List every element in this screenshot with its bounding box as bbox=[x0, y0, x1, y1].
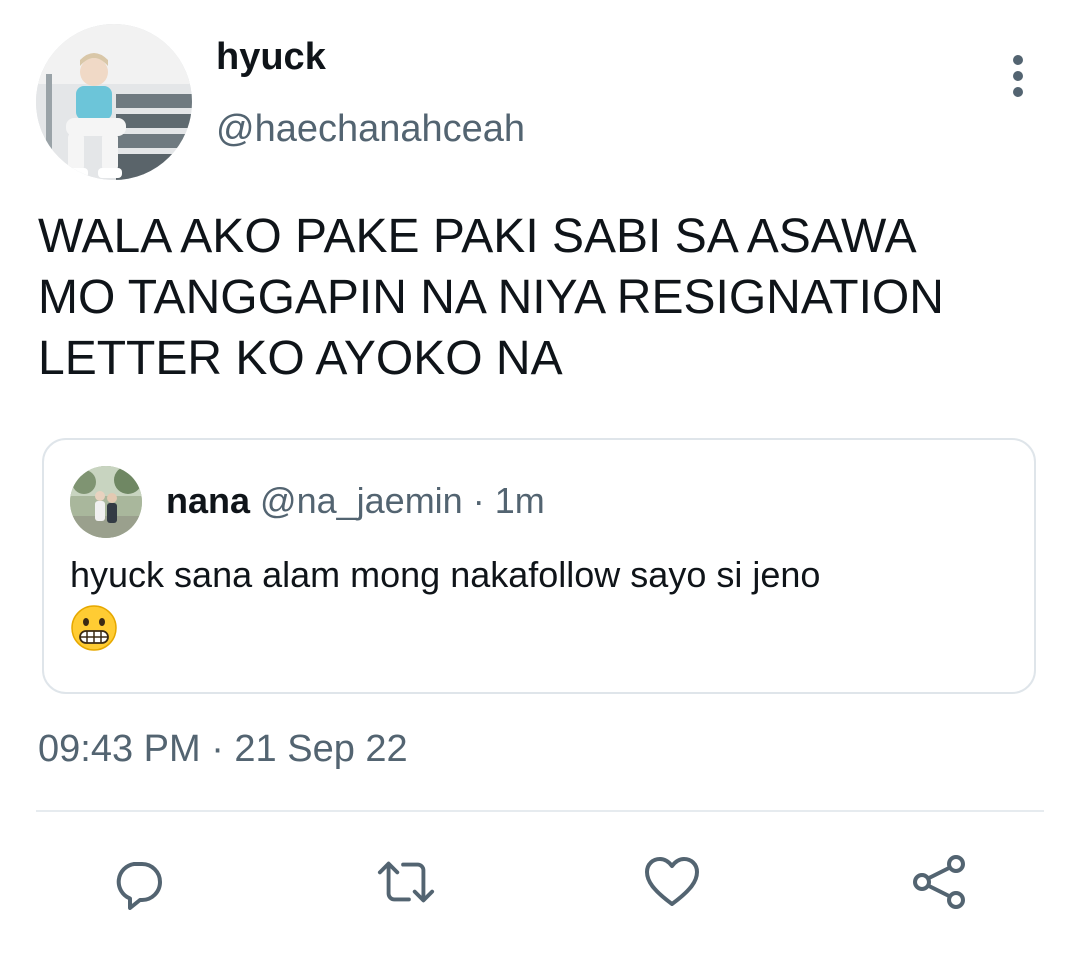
quoted-tweet-text-block: hyuck sana alam mong nakafollow sayo si … bbox=[70, 552, 1010, 652]
more-dot bbox=[1013, 87, 1023, 97]
retweet-icon bbox=[377, 861, 435, 903]
quoted-time: 1m bbox=[494, 480, 545, 521]
author-avatar[interactable] bbox=[36, 24, 192, 180]
more-dot bbox=[1013, 71, 1023, 81]
share-button[interactable] bbox=[910, 852, 970, 912]
author-display-name[interactable]: hyuck bbox=[216, 36, 326, 79]
quoted-separator: · bbox=[472, 480, 485, 521]
heart-icon bbox=[645, 857, 699, 906]
quoted-tweet-card[interactable]: nana @na_jaemin · 1m hyuck sana alam mon… bbox=[42, 438, 1036, 694]
profile-photo-avatar bbox=[36, 24, 192, 180]
more-dot bbox=[1013, 55, 1023, 65]
reply-icon bbox=[116, 862, 162, 910]
reply-button[interactable] bbox=[108, 852, 168, 912]
tweet-timestamp[interactable]: 09:43 PM · 21 Sep 22 bbox=[38, 728, 408, 771]
share-icon bbox=[913, 855, 965, 909]
quoted-author-name[interactable]: nana bbox=[166, 480, 250, 521]
like-button[interactable] bbox=[642, 852, 702, 912]
divider bbox=[36, 810, 1044, 812]
quoted-tweet-header: nana @na_jaemin · 1m bbox=[166, 480, 545, 522]
author-handle[interactable]: @haechanahceah bbox=[216, 108, 525, 151]
quoted-author-handle[interactable]: @na_jaemin bbox=[260, 480, 463, 521]
quoted-author-avatar[interactable] bbox=[70, 466, 142, 538]
grimacing-face-emoji bbox=[71, 605, 117, 651]
quoted-profile-photo-avatar bbox=[70, 466, 142, 538]
more-vertical-icon[interactable] bbox=[998, 52, 1038, 100]
tweet-text: WALA AKO PAKE PAKI SABI SA ASAWA MO TANG… bbox=[38, 210, 944, 385]
quoted-tweet-text: hyuck sana alam mong nakafollow sayo si … bbox=[70, 554, 821, 595]
retweet-button[interactable] bbox=[376, 852, 436, 912]
